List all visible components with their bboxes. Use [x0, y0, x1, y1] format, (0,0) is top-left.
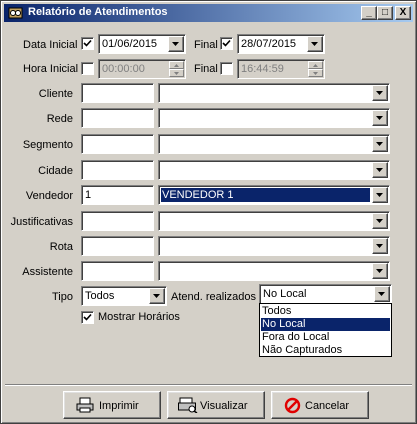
vendedor-select-value: VENDEDOR 1 [160, 187, 371, 203]
rede-dropdown-button[interactable] [372, 110, 388, 126]
atend-select-value: No Local [263, 288, 307, 300]
assistente-select[interactable] [158, 261, 390, 281]
justificativas-select[interactable] [158, 211, 390, 231]
vendedor-dropdown-button[interactable] [372, 187, 388, 203]
start-date-checkbox[interactable] [81, 37, 94, 50]
cancel-button[interactable]: Cancelar [271, 391, 369, 419]
filter-label-justificativas: Justificativas [10, 216, 73, 228]
end-time-label: Final [194, 63, 218, 75]
report-window: Relatório de Atendimentos _ □ X Data Ini… [0, 0, 417, 424]
minimize-icon: _ [366, 7, 372, 18]
atend-dropdown-button[interactable] [374, 286, 390, 302]
atend-option-nao-capturados[interactable]: Não Capturados [261, 344, 390, 357]
start-date-value: 01/06/2015 [102, 38, 158, 50]
start-time-label: Hora Inicial [23, 63, 79, 75]
assistente-dropdown-button[interactable] [372, 263, 388, 279]
start-time-checkbox[interactable] [81, 62, 94, 75]
start-date-label: Data Inicial [23, 39, 78, 51]
cidade-code-input[interactable] [81, 160, 154, 180]
assistente-code-input[interactable] [81, 261, 154, 281]
end-time-checkbox[interactable] [220, 62, 233, 75]
end-date-label: Final [194, 39, 218, 51]
minimize-button[interactable]: _ [361, 6, 377, 20]
tipo-label: Tipo [52, 291, 73, 303]
end-date-dropdown-button[interactable] [307, 36, 323, 52]
start-time-spinner[interactable] [169, 61, 184, 77]
close-button[interactable]: X [395, 6, 411, 20]
rota-code-input[interactable] [81, 236, 154, 256]
print-button[interactable]: Imprimir [63, 391, 161, 419]
atend-option-fora-do-local[interactable]: Fora do Local [261, 331, 390, 344]
filter-label-cliente: Cliente [38, 88, 73, 100]
cliente-dropdown-button[interactable] [372, 85, 388, 101]
justificativas-dropdown-button[interactable] [372, 213, 388, 229]
start-time-value: 00:00:00 [102, 63, 145, 75]
cliente-select[interactable] [158, 83, 390, 103]
segmento-code-input[interactable] [81, 134, 154, 154]
tipo-select[interactable]: Todos [81, 286, 167, 306]
show-hours-checkbox[interactable] [81, 311, 94, 324]
close-icon: X [399, 7, 407, 18]
end-date-picker[interactable]: 28/07/2015 [237, 34, 325, 54]
cidade-dropdown-button[interactable] [372, 162, 388, 178]
window-title: Relatório de Atendimentos [28, 6, 168, 18]
rede-code-input[interactable] [81, 108, 154, 128]
cancel-button-label: Cancelar [305, 400, 350, 412]
atend-dropdown-list: Todos No Local Fora do Local Não Captura… [259, 303, 392, 357]
bottom-separator [5, 384, 412, 386]
filter-label-rede: Rede [46, 113, 73, 125]
atend-option-todos[interactable]: Todos [261, 305, 390, 318]
rota-dropdown-button[interactable] [372, 238, 388, 254]
printer-icon [76, 397, 94, 416]
vendedor-code-input[interactable]: 1 [81, 185, 154, 205]
segmento-select[interactable] [158, 134, 390, 154]
start-date-dropdown-button[interactable] [168, 36, 184, 52]
rota-select[interactable] [158, 236, 390, 256]
maximize-button[interactable]: □ [377, 6, 393, 20]
cancel-icon [284, 397, 301, 417]
segmento-dropdown-button[interactable] [372, 136, 388, 152]
tipo-select-value: Todos [85, 290, 115, 302]
cliente-code-input[interactable] [81, 83, 154, 103]
start-time-field[interactable]: 00:00:00 [98, 59, 186, 79]
justificativas-code-input[interactable] [81, 211, 154, 231]
title-bar[interactable]: Relatório de Atendimentos _ □ X [4, 4, 413, 22]
atend-label: Atend. realizados [171, 291, 256, 303]
filter-label-segmento: Segmento [22, 139, 73, 151]
preview-button-label: Visualizar [200, 400, 248, 412]
vendedor-select[interactable]: VENDEDOR 1 [158, 185, 390, 205]
filter-label-rota: Rota [49, 241, 73, 253]
tipo-dropdown-button[interactable] [149, 288, 165, 304]
filter-label-cidade: Cidade [38, 165, 73, 177]
cidade-select[interactable] [158, 160, 390, 180]
atend-select[interactable]: No Local [259, 284, 392, 304]
end-time-spinner[interactable] [308, 61, 323, 77]
vendedor-code-value: 1 [85, 189, 92, 201]
end-time-value: 16:44:59 [241, 63, 284, 75]
rede-select[interactable] [158, 108, 390, 128]
end-date-checkbox[interactable] [220, 37, 233, 50]
filter-label-assistente: Assistente [22, 266, 73, 278]
show-hours-label: Mostrar Horários [98, 311, 180, 323]
end-date-value: 28/07/2015 [241, 38, 297, 50]
preview-button[interactable]: Visualizar [167, 391, 265, 419]
filter-label-vendedor: Vendedor [25, 190, 73, 202]
app-icon [8, 6, 23, 20]
start-date-picker[interactable]: 01/06/2015 [98, 34, 186, 54]
print-button-label: Imprimir [99, 400, 139, 412]
atend-option-no-local[interactable]: No Local [261, 318, 390, 331]
maximize-icon: □ [381, 7, 389, 18]
preview-icon [178, 397, 198, 416]
end-time-field[interactable]: 16:44:59 [237, 59, 325, 79]
